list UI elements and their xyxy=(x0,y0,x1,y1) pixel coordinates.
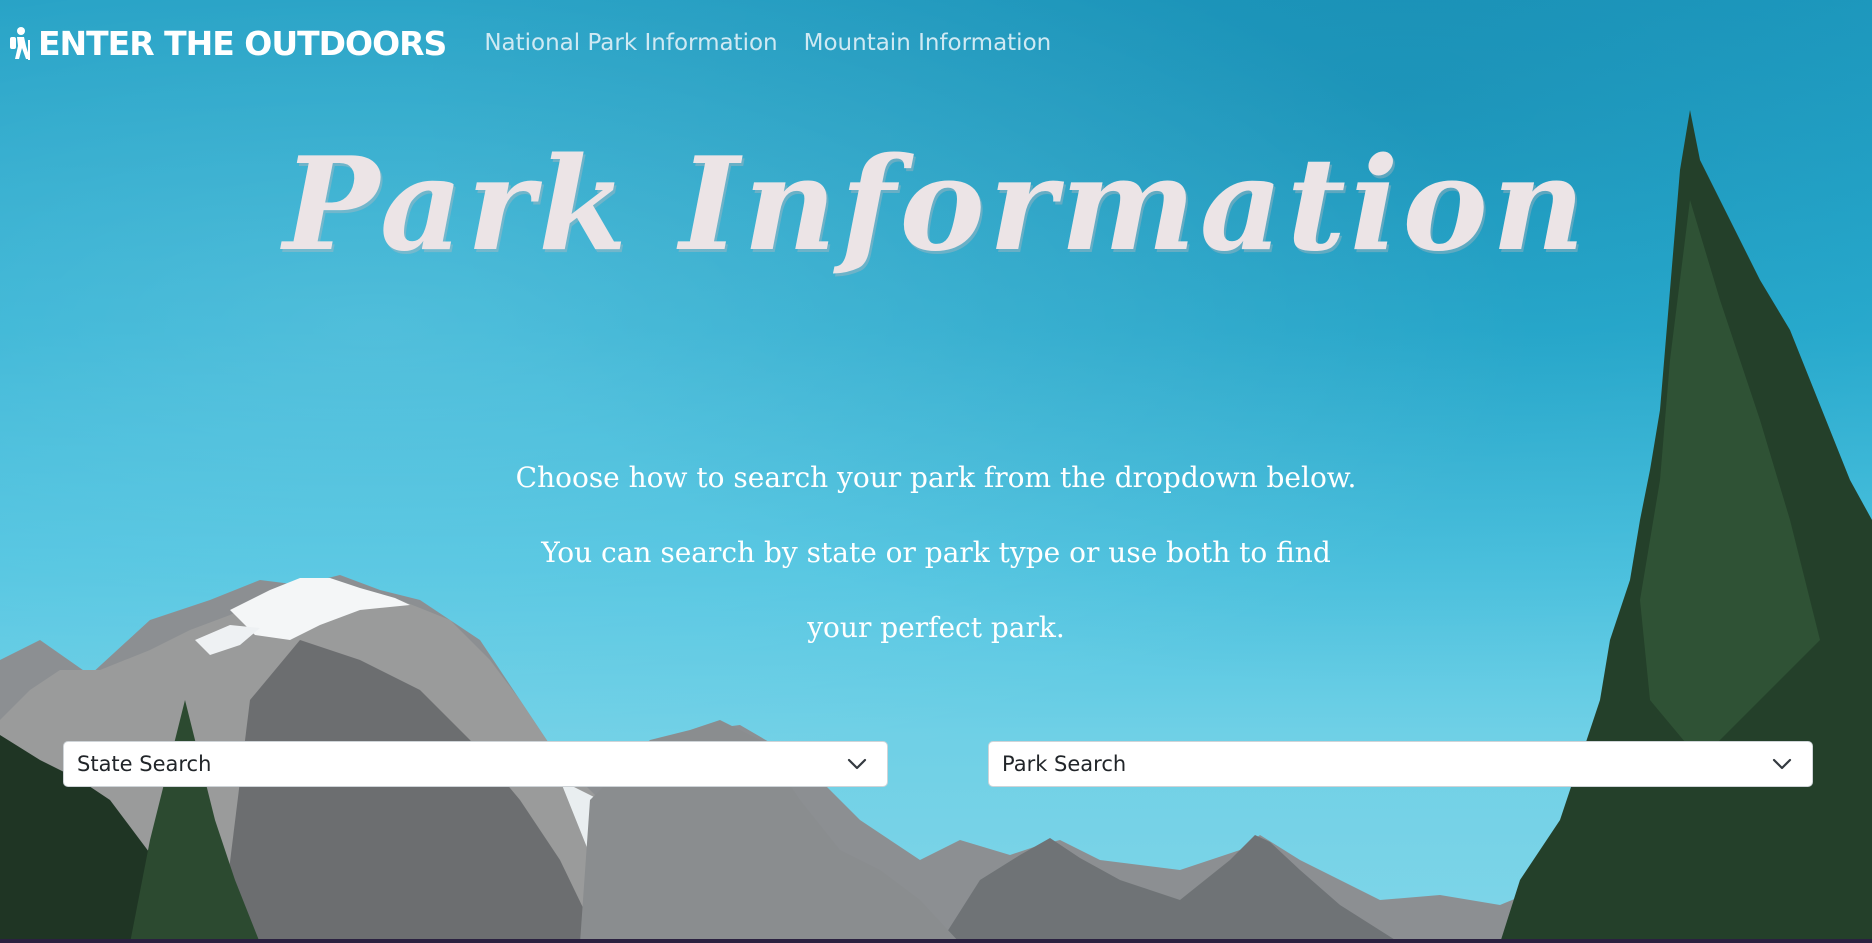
chevron-down-icon xyxy=(1772,758,1792,770)
nav-link-national-park-information[interactable]: National Park Information xyxy=(484,30,777,56)
hiker-icon xyxy=(10,27,30,60)
intro-line: Choose how to search your park from the … xyxy=(515,461,1357,494)
park-search-value: Park Search xyxy=(1002,752,1127,776)
intro-line: your perfect park. xyxy=(807,611,1065,644)
brand-logo[interactable]: ENTER THE OUTDOORS xyxy=(8,23,447,63)
page-title: Park Information xyxy=(283,130,1589,280)
state-search-value: State Search xyxy=(77,752,212,776)
nav-link-mountain-information[interactable]: Mountain Information xyxy=(804,30,1052,56)
intro-line: You can search by state or park type or … xyxy=(541,536,1331,569)
park-search-select[interactable]: Park Search xyxy=(988,741,1813,787)
chevron-down-icon xyxy=(847,758,867,770)
state-search-select[interactable]: State Search xyxy=(63,741,888,787)
intro-text: Choose how to search your park from the … xyxy=(0,440,1872,665)
bottom-edge xyxy=(0,939,1872,943)
brand-text: ENTER THE OUTDOORS xyxy=(38,23,447,63)
top-navbar: ENTER THE OUTDOORS National Park Informa… xyxy=(0,0,1872,86)
